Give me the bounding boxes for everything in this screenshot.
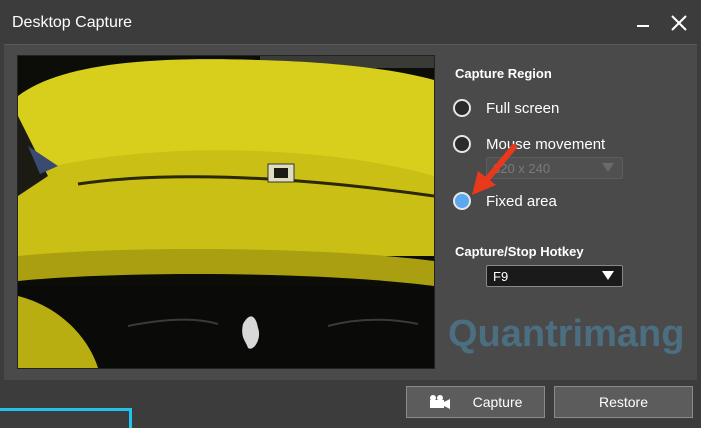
annotation-arrow-icon bbox=[472, 144, 517, 195]
full-screen-label: Full screen bbox=[486, 99, 560, 117]
capture-preview bbox=[17, 55, 435, 369]
chevron-down-icon bbox=[602, 163, 614, 172]
full-screen-radio-icon[interactable] bbox=[453, 99, 471, 117]
watermark-logo: Quantrimang bbox=[448, 313, 685, 355]
hotkey-heading: Capture/Stop Hotkey bbox=[455, 244, 584, 259]
restore-button-label: Restore bbox=[598, 394, 649, 410]
highlight-frame bbox=[0, 408, 132, 428]
capture-button-label: Capture bbox=[472, 394, 523, 410]
capture-region-heading: Capture Region bbox=[455, 66, 552, 81]
mouse-movement-radio-icon[interactable] bbox=[453, 135, 471, 153]
capture-button[interactable]: Capture bbox=[406, 386, 545, 418]
hotkey-select[interactable]: F9 bbox=[486, 265, 623, 287]
video-camera-icon bbox=[429, 395, 450, 409]
close-icon bbox=[671, 15, 687, 31]
close-button[interactable] bbox=[666, 10, 692, 36]
fixed-area-radio-icon[interactable] bbox=[453, 192, 471, 210]
minimize-button[interactable] bbox=[630, 10, 656, 36]
minimize-icon bbox=[637, 25, 649, 27]
title-bar: Desktop Capture bbox=[0, 0, 701, 44]
chevron-down-icon bbox=[602, 271, 614, 280]
radio-full-screen[interactable]: Full screen bbox=[453, 99, 559, 117]
preview-image bbox=[18, 56, 434, 368]
restore-button[interactable]: Restore bbox=[554, 386, 693, 418]
hotkey-value: F9 bbox=[493, 268, 509, 284]
window-title: Desktop Capture bbox=[12, 14, 133, 31]
